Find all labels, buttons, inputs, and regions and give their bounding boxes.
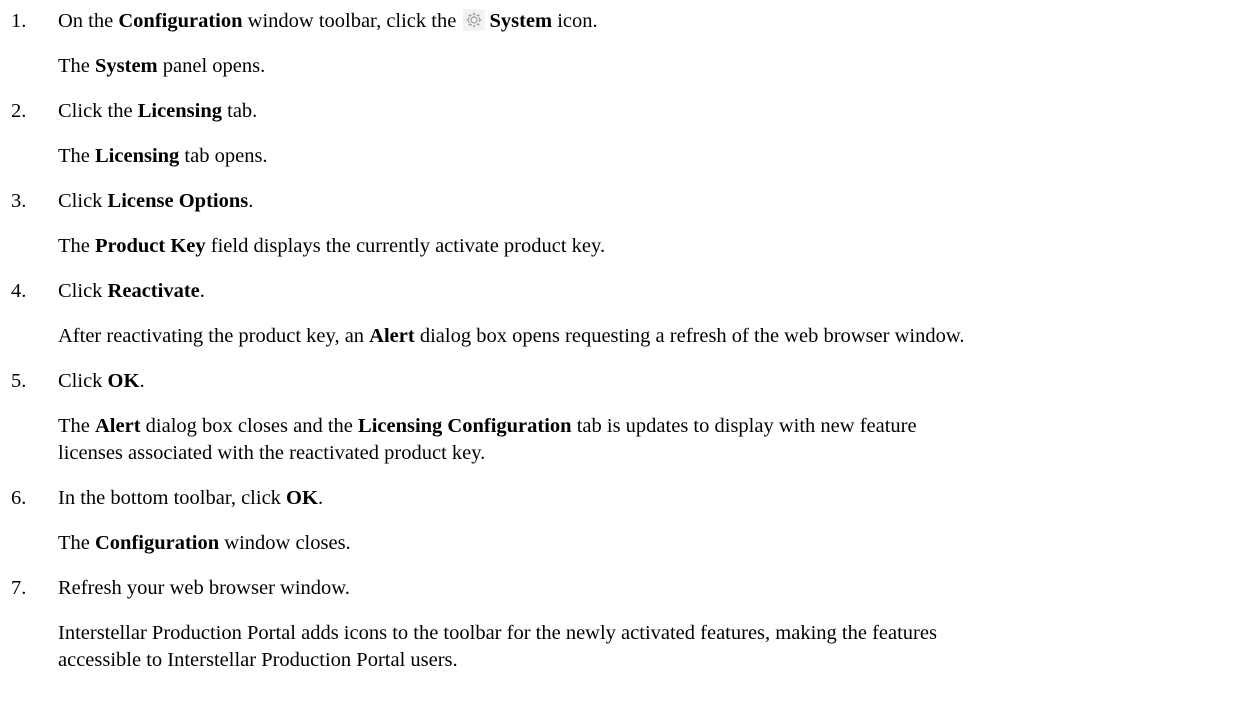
- procedure-steps: 1. On the Configuration window toolbar, …: [11, 9, 965, 671]
- gear-icon: [463, 9, 486, 31]
